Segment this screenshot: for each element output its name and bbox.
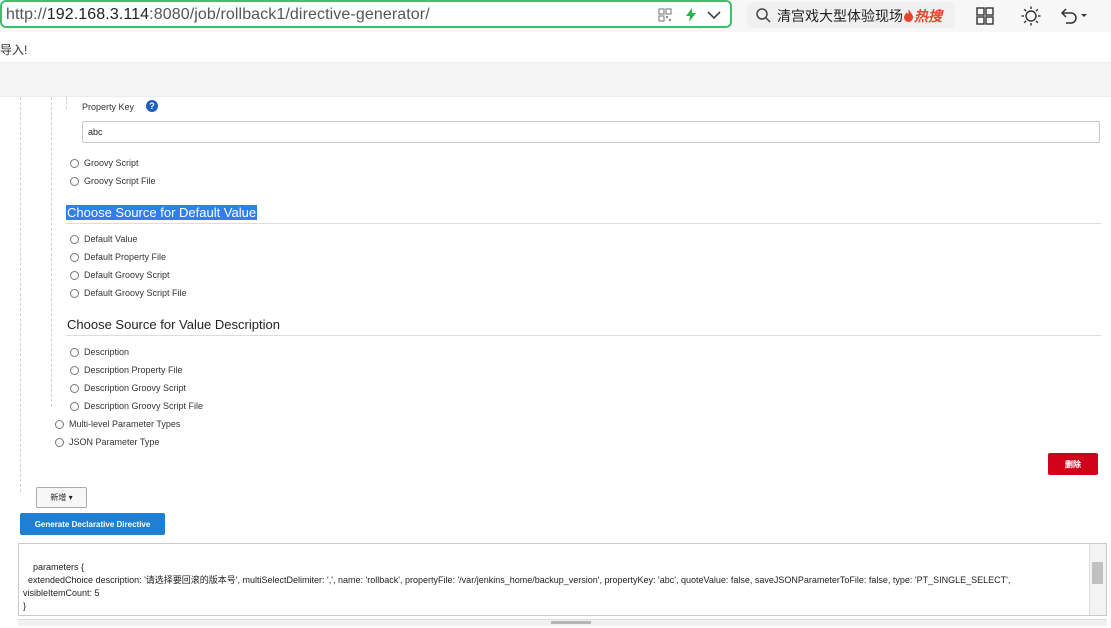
url-path: :8080/job/rollback1/directive-generator/ [149, 6, 430, 23]
radio-label: JSON Parameter Type [69, 437, 160, 447]
brightness-icon[interactable] [1021, 6, 1041, 26]
radio-label: Multi-level Parameter Types [69, 419, 181, 429]
qr-code-icon[interactable] [657, 7, 673, 23]
url-text[interactable]: http://192.168.3.114:8080/job/rollback1/… [6, 6, 430, 24]
radio-label: Description Groovy Script [84, 383, 187, 393]
address-bar[interactable]: http://192.168.3.114:8080/job/rollback1/… [0, 0, 732, 28]
browser-toolbar: http://192.168.3.114:8080/job/rollback1/… [0, 0, 1111, 32]
notice-text: 导入! [0, 43, 28, 57]
radio-button[interactable] [70, 253, 79, 262]
output-scroll-thumb[interactable] [1092, 562, 1103, 584]
default-value-section-title: Choose Source for Default Value [66, 205, 258, 220]
radio-label: Default Groovy Script [84, 270, 170, 280]
radio-label: Default Groovy Script File [84, 288, 187, 298]
radio-button[interactable] [70, 235, 79, 244]
caret-down-icon: ▾ [68, 493, 73, 502]
help-icon[interactable]: ? [146, 100, 158, 112]
url-host: 192.168.3.114 [46, 6, 150, 23]
radio-button[interactable] [55, 438, 64, 447]
search-suggestion: 清宫戏大型体验现场 [777, 8, 903, 24]
radio-label: Description [84, 347, 130, 357]
radio-button[interactable] [70, 348, 79, 357]
section-divider [66, 335, 1101, 336]
property-key-label: Property Key [82, 102, 135, 112]
add-button[interactable]: 新增 ▾ [36, 487, 87, 508]
search-icon [756, 8, 771, 23]
grid-icon[interactable] [975, 6, 995, 26]
generate-declarative-directive-button[interactable]: Generate Declarative Directive [20, 513, 165, 535]
nest-guide-middle [51, 97, 52, 407]
import-notice-bar: 导入! [0, 32, 1111, 63]
page-resize-handle[interactable] [18, 619, 1107, 626]
output-scrollbar[interactable] [1089, 544, 1106, 615]
radio-button[interactable] [70, 402, 79, 411]
radio-button[interactable] [70, 271, 79, 280]
fire-icon [904, 9, 913, 22]
property-key-input[interactable] [82, 121, 1100, 143]
radio-button[interactable] [70, 384, 79, 393]
lightning-icon[interactable] [683, 7, 699, 23]
page-header-bar [0, 63, 1111, 97]
radio-label: Description Groovy Script File [84, 401, 204, 411]
radio-label: Default Value [84, 234, 138, 244]
radio-label: Description Property File [84, 365, 183, 375]
chevron-down-icon[interactable] [706, 7, 722, 23]
directive-text: parameters { extendedChoice description:… [23, 562, 1011, 611]
radio-button[interactable] [55, 420, 64, 429]
value-description-section-title: Choose Source for Value Description [67, 317, 280, 332]
radio-button[interactable] [70, 177, 79, 186]
generated-directive-output[interactable]: parameters { extendedChoice description:… [18, 543, 1107, 616]
radio-button[interactable] [70, 289, 79, 298]
nest-guide-inner [66, 97, 67, 109]
nest-guide-outer [20, 97, 21, 492]
radio-label: Groovy Script File [84, 176, 156, 186]
radio-label: Groovy Script [84, 158, 139, 168]
hot-badge: 热搜 [903, 6, 942, 26]
url-prefix: http:// [6, 6, 47, 23]
delete-button[interactable]: 删除 [1048, 453, 1098, 475]
radio-button[interactable] [70, 366, 79, 375]
resize-grip-icon[interactable] [551, 621, 591, 624]
add-button-label: 新增 [50, 493, 67, 502]
hot-badge-label: 热搜 [914, 8, 942, 24]
directive-generator-form: Property Key ? Groovy Script Groovy Scri… [0, 97, 1111, 628]
radio-label: Default Property File [84, 252, 167, 262]
section-divider [66, 223, 1101, 224]
radio-button[interactable] [70, 159, 79, 168]
search-box[interactable]: 清宫戏大型体验现场 热搜 [747, 2, 955, 28]
undo-icon[interactable] [1059, 6, 1089, 26]
